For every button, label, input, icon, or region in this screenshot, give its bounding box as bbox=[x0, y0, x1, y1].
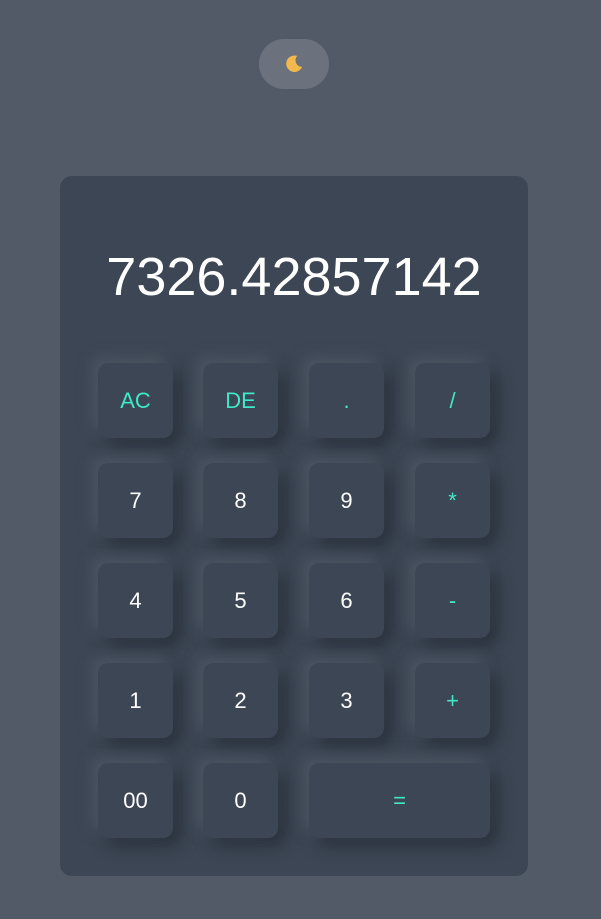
add-button[interactable]: + bbox=[415, 663, 490, 738]
digit-4-button[interactable]: 4 bbox=[98, 563, 173, 638]
delete-button[interactable]: DE bbox=[203, 363, 278, 438]
all-clear-button[interactable]: AC bbox=[98, 363, 173, 438]
theme-toggle-button[interactable] bbox=[259, 39, 329, 89]
digit-0-button[interactable]: 0 bbox=[203, 763, 278, 838]
moon-icon bbox=[286, 55, 303, 72]
equals-button[interactable]: = bbox=[309, 763, 490, 838]
digit-1-button[interactable]: 1 bbox=[98, 663, 173, 738]
digit-6-button[interactable]: 6 bbox=[309, 563, 384, 638]
divide-button[interactable]: / bbox=[415, 363, 490, 438]
subtract-button[interactable]: - bbox=[415, 563, 490, 638]
decimal-point-button[interactable]: . bbox=[309, 363, 384, 438]
digit-7-button[interactable]: 7 bbox=[98, 463, 173, 538]
digit-2-button[interactable]: 2 bbox=[203, 663, 278, 738]
calculator-panel: 7326.42857142 AC DE . / 7 8 9 * 4 5 6 - … bbox=[60, 176, 528, 876]
digit-8-button[interactable]: 8 bbox=[203, 463, 278, 538]
digit-3-button[interactable]: 3 bbox=[309, 663, 384, 738]
double-zero-button[interactable]: 00 bbox=[98, 763, 173, 838]
digit-9-button[interactable]: 9 bbox=[309, 463, 384, 538]
result-display: 7326.42857142 bbox=[106, 247, 482, 307]
multiply-button[interactable]: * bbox=[415, 463, 490, 538]
digit-5-button[interactable]: 5 bbox=[203, 563, 278, 638]
